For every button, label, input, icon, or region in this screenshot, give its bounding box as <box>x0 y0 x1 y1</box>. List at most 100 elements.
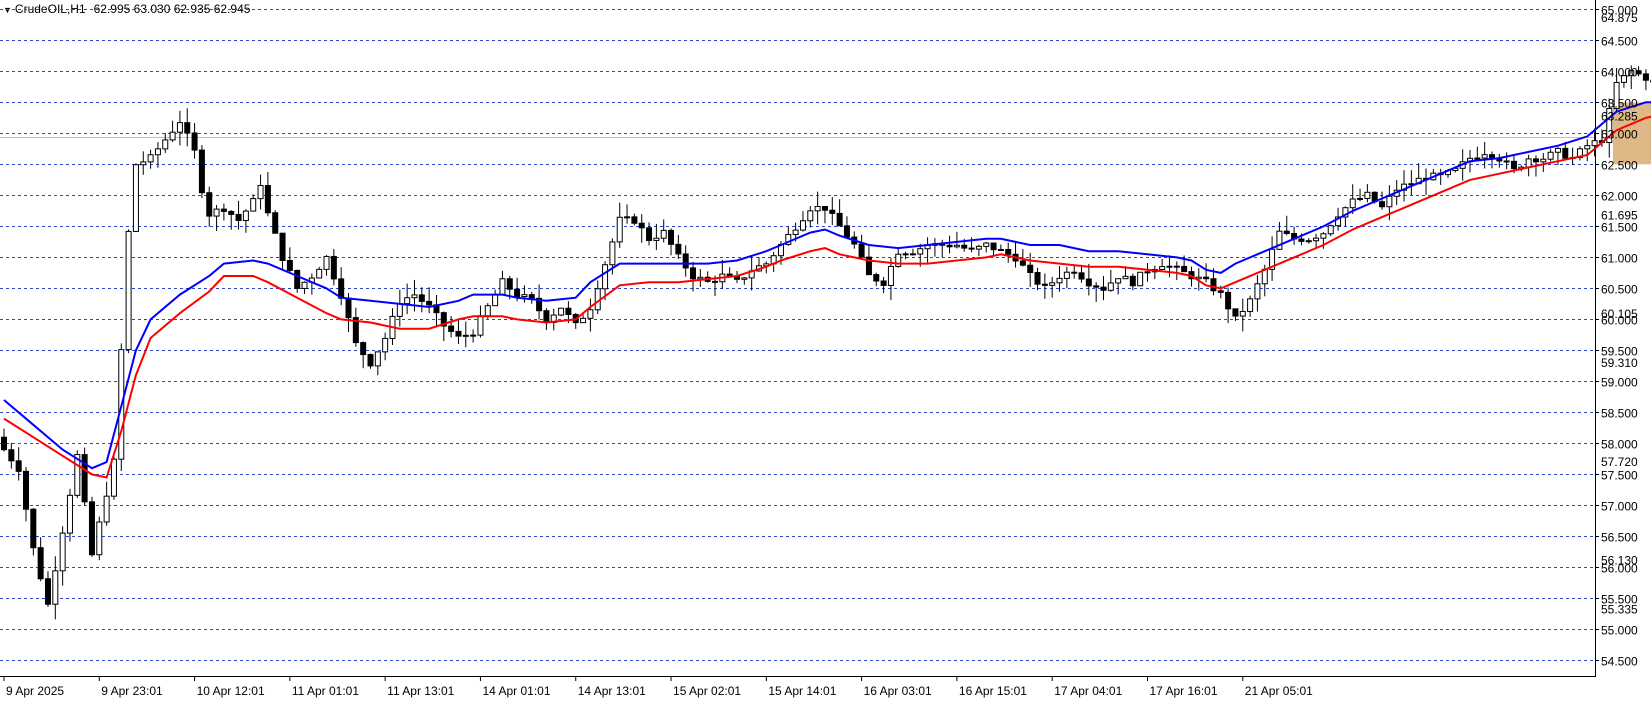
bear-candle <box>1510 160 1517 170</box>
bear-candle <box>1005 249 1012 255</box>
bear-candle <box>506 278 513 290</box>
bear-candle <box>1129 275 1136 287</box>
bull-candle <box>374 351 381 367</box>
x-axis: 9 Apr 2025 9 Apr 23:01 10 Apr 12:01 11 Apr … <box>3 676 1313 698</box>
bear-candle <box>968 247 975 250</box>
bull-candle <box>975 245 982 250</box>
bear-candle <box>1562 147 1569 159</box>
bear-candle <box>235 213 242 221</box>
bear-candle <box>565 307 572 315</box>
bear-candle <box>8 449 15 462</box>
bull-candle <box>1547 151 1554 160</box>
y-tick-label: 62.500 <box>1601 159 1638 173</box>
x-tick-label: 16 Apr 15:01 <box>959 684 1027 698</box>
bull-candle <box>1305 240 1312 243</box>
bull-candle <box>1063 271 1070 279</box>
x-tick-label: 14 Apr 01:01 <box>482 684 550 698</box>
bull-candle <box>902 253 909 256</box>
y-tick-label: 54.500 <box>1601 655 1638 669</box>
bull-candle <box>1056 277 1063 284</box>
bull-candle <box>1313 237 1320 242</box>
y-tick-label: 64.500 <box>1601 35 1638 49</box>
bull-candle <box>59 532 66 572</box>
bear-candle <box>206 192 213 217</box>
bear-candle <box>294 269 301 289</box>
x-tick-label: 16 Apr 03:01 <box>864 684 932 698</box>
bear-candle <box>821 205 828 211</box>
y-tick-label: 60.500 <box>1601 283 1638 297</box>
bull-candle <box>1525 158 1532 168</box>
bull-candle <box>1247 298 1254 312</box>
x-tick-label: 9 Apr 23:01 <box>101 684 163 698</box>
y-tick-label: 59.000 <box>1601 376 1638 390</box>
bull-candle <box>1115 278 1122 284</box>
x-tick-label: 11 Apr 13:01 <box>387 684 454 698</box>
bull-candle <box>103 495 110 523</box>
bear-candle <box>1027 264 1034 274</box>
bear-candle <box>279 232 286 261</box>
bull-candle <box>1107 282 1114 291</box>
bull-candle <box>411 294 418 299</box>
bear-candle <box>418 294 425 302</box>
bear-candle <box>829 209 836 214</box>
bull-candle <box>140 161 147 166</box>
y-tick-label: 57.500 <box>1601 469 1638 483</box>
bear-candle <box>184 122 191 134</box>
bull-candle <box>697 276 704 280</box>
y-minor-label: 55.335 <box>1601 603 1638 617</box>
bull-candle <box>316 268 323 279</box>
bear-candle <box>836 212 843 227</box>
bull-candle <box>1239 310 1246 317</box>
bear-candle <box>543 310 550 323</box>
bull-candle <box>580 317 587 324</box>
bear-candle <box>961 244 968 249</box>
bull-candle <box>96 521 103 556</box>
bear-candle <box>1019 260 1026 266</box>
bull-candle <box>477 315 484 336</box>
bear-candle <box>690 267 697 280</box>
bear-candle <box>1379 201 1386 208</box>
bull-candle <box>301 281 308 289</box>
y-minor-label: 61.695 <box>1601 208 1638 222</box>
bear-candle <box>1532 158 1539 163</box>
bull-candle <box>558 307 565 316</box>
bull-candle <box>1137 271 1144 287</box>
bull-candle <box>1540 158 1547 163</box>
bull-candle <box>396 303 403 317</box>
bear-candle <box>220 208 227 212</box>
bull-candle <box>162 139 169 150</box>
bear-candle <box>1041 283 1048 286</box>
y-minor-label: 57.720 <box>1601 455 1638 469</box>
y-minor-label: 56.130 <box>1601 553 1638 567</box>
x-tick-label: 14 Apr 13:01 <box>578 684 646 698</box>
y-tick-label: 61.500 <box>1601 221 1638 235</box>
bear-candle <box>1298 238 1305 242</box>
bear-candle <box>909 253 916 256</box>
bull-candle <box>1364 191 1371 199</box>
bull-candle <box>624 216 631 219</box>
bull-candle <box>169 131 176 141</box>
bear-candle <box>198 149 205 194</box>
bear-candle <box>646 227 653 241</box>
bear-candle <box>37 547 44 580</box>
ma-slow-line <box>3 115 1651 479</box>
y-tick-label: 63.500 <box>1601 97 1638 111</box>
price-chart[interactable]: 65.00064.50064.00063.50063.00062.50062.0… <box>0 0 1651 707</box>
y-minor-label: 63.285 <box>1601 110 1638 124</box>
x-tick-label: 17 Apr 16:01 <box>1149 684 1217 698</box>
bear-candle <box>1 436 7 451</box>
bull-candle <box>499 278 506 295</box>
bull-candle <box>323 255 330 270</box>
bear-candle <box>843 225 850 238</box>
bear-candle <box>426 300 433 306</box>
bear-candle <box>528 294 535 299</box>
y-axis: 65.00064.50064.00063.50063.00062.50062.0… <box>1595 4 1638 669</box>
bear-candle <box>264 185 271 214</box>
bear-candle <box>1071 271 1078 274</box>
bear-candle <box>1283 230 1290 235</box>
bull-candle <box>132 164 139 232</box>
bull-candle <box>1166 265 1173 268</box>
bear-candle <box>946 244 953 248</box>
x-tick-label: 15 Apr 14:01 <box>768 684 836 698</box>
bull-candle <box>1122 275 1129 280</box>
